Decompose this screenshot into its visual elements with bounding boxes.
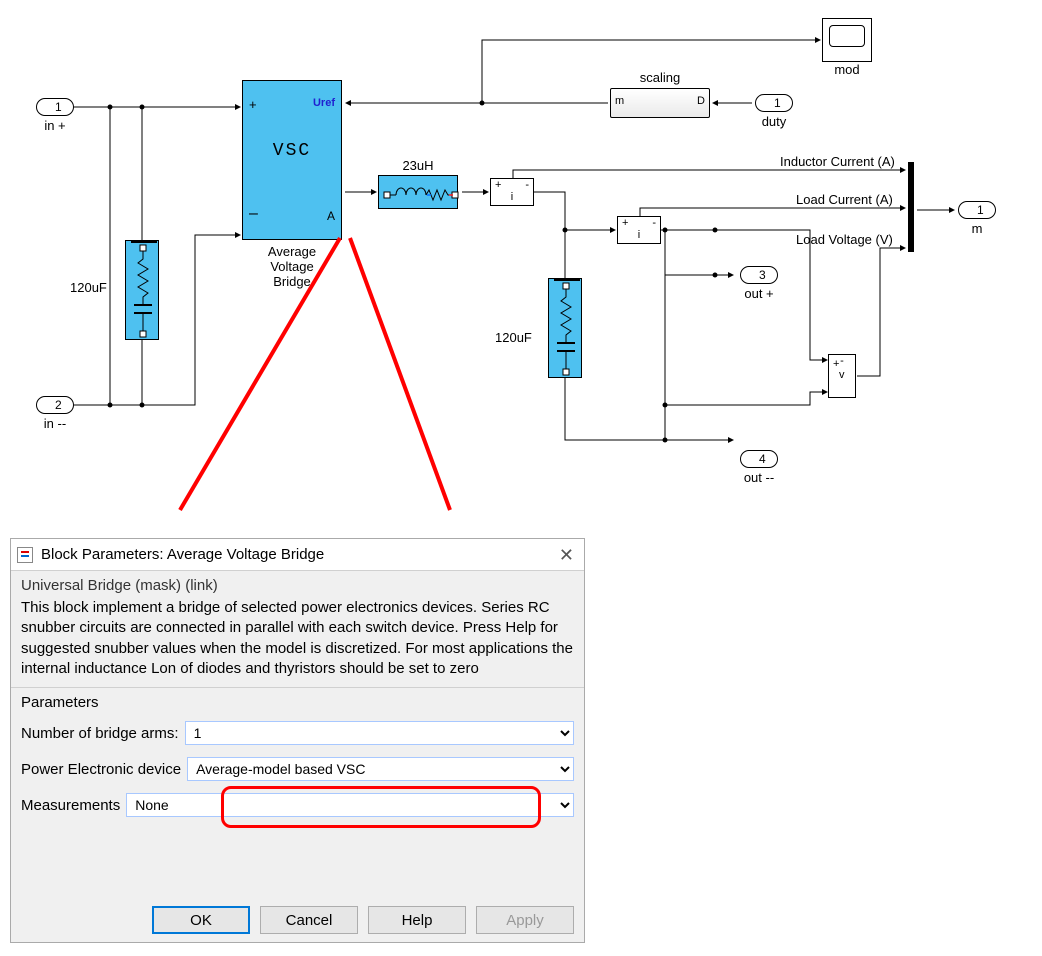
dialog-titlebar[interactable]: Block Parameters: Average Voltage Bridge… xyxy=(11,539,584,571)
capacitor-input-block[interactable] xyxy=(125,240,159,340)
vsc-title: VSC xyxy=(243,141,341,161)
row-bridge-arms: Number of bridge arms: 1 xyxy=(11,715,584,751)
voltage-sensor[interactable]: + v - xyxy=(828,354,856,398)
scope-block[interactable] xyxy=(822,18,872,62)
signal-label-load-current: Load Current (A) xyxy=(796,192,893,207)
simulink-icon xyxy=(17,547,33,563)
row-measurements: Measurements None xyxy=(11,787,584,823)
outport-num: 4 xyxy=(759,451,766,467)
sensor-symbol: i xyxy=(491,191,533,203)
vsc-port-plus: + xyxy=(249,97,257,112)
wiring-layer xyxy=(10,10,1030,530)
signal-label-load-voltage: Load Voltage (V) xyxy=(796,232,893,247)
sensor-plus: + xyxy=(622,217,628,229)
bridge-arms-label: Number of bridge arms: xyxy=(21,725,179,742)
measurements-label: Measurements xyxy=(21,797,120,814)
signal-label-inductor-current: Inductor Current (A) xyxy=(780,154,895,169)
mux-block[interactable] xyxy=(908,162,914,252)
inport-in-minus[interactable]: 2 xyxy=(36,396,74,414)
apply-button[interactable]: Apply xyxy=(476,906,574,934)
inport-duty[interactable]: 1 xyxy=(755,94,793,112)
inport-in-plus-label: in + xyxy=(36,118,74,133)
outport-num: 1 xyxy=(977,202,984,218)
outport-num: 3 xyxy=(759,267,766,283)
inport-num: 2 xyxy=(55,397,62,413)
vsc-port-minus: – xyxy=(249,205,258,223)
scope-label: mod xyxy=(822,62,872,77)
power-device-select[interactable]: Average-model based VSC xyxy=(187,757,574,781)
inport-duty-label: duty xyxy=(755,114,793,129)
block-parameters-dialog[interactable]: Block Parameters: Average Voltage Bridge… xyxy=(10,538,585,943)
outport-out-minus[interactable]: 4 xyxy=(740,450,778,468)
help-button[interactable]: Help xyxy=(368,906,466,934)
outport-out-minus-label: out -- xyxy=(734,470,784,485)
capacitor-output-block[interactable] xyxy=(548,278,582,378)
measurements-select[interactable]: None xyxy=(126,793,574,817)
close-icon[interactable]: ✕ xyxy=(559,545,574,566)
row-power-device: Power Electronic device Average-model ba… xyxy=(11,751,584,787)
inductor-block[interactable] xyxy=(378,175,458,209)
capacitor-input-label: 120uF xyxy=(70,280,107,295)
vsc-caption: Average Voltage Bridge xyxy=(242,244,342,289)
inport-num: 1 xyxy=(774,95,781,111)
current-sensor-2[interactable]: + i - xyxy=(617,216,661,244)
power-device-label: Power Electronic device xyxy=(21,761,181,778)
sensor-minus: - xyxy=(652,217,656,229)
current-sensor-1[interactable]: + i - xyxy=(490,178,534,206)
inductor-label: 23uH xyxy=(378,158,458,173)
parameters-heading: Parameters xyxy=(11,688,584,715)
inport-in-plus[interactable]: 1 xyxy=(36,98,74,116)
vsc-block[interactable]: + – Uref A VSC xyxy=(242,80,342,240)
scaling-m-port: m xyxy=(615,95,624,107)
outport-m-label: m xyxy=(958,221,996,236)
ok-button[interactable]: OK xyxy=(152,906,250,934)
dialog-button-row: OK Cancel Help Apply xyxy=(152,906,574,934)
simulink-diagram: 1 in + 2 in -- 120uF + – Uref A VSC Aver… xyxy=(10,10,1030,530)
capacitor-output-label: 120uF xyxy=(495,330,532,345)
vsc-port-a: A xyxy=(327,209,335,223)
vsc-port-uref: Uref xyxy=(313,97,335,109)
mask-title: Universal Bridge (mask) (link) xyxy=(11,571,584,596)
scaling-title: scaling xyxy=(610,70,710,85)
inport-num: 1 xyxy=(55,99,62,115)
cancel-button[interactable]: Cancel xyxy=(260,906,358,934)
inport-in-minus-label: in -- xyxy=(36,416,74,431)
outport-m[interactable]: 1 xyxy=(958,201,996,219)
outport-out-plus[interactable]: 3 xyxy=(740,266,778,284)
sensor-minus: - xyxy=(833,355,851,396)
dialog-title: Block Parameters: Average Voltage Bridge xyxy=(41,546,324,563)
scaling-d-port: D xyxy=(697,95,705,107)
dialog-description: This block implement a bridge of selecte… xyxy=(11,596,584,688)
sensor-minus: - xyxy=(525,179,529,191)
sensor-symbol: i xyxy=(618,229,660,241)
scaling-block[interactable]: m D xyxy=(610,88,710,118)
bridge-arms-select[interactable]: 1 xyxy=(185,721,574,745)
sensor-plus: + xyxy=(495,179,501,191)
outport-out-plus-label: out + xyxy=(736,286,782,301)
